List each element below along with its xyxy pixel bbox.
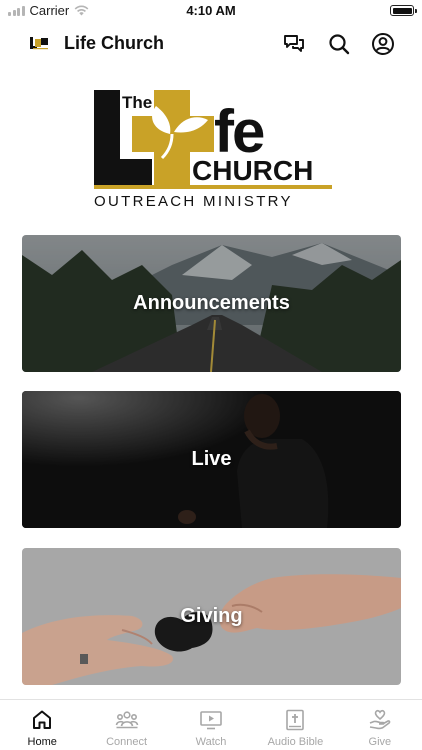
watch-icon — [200, 711, 222, 730]
logo-church-text: CHURCH — [192, 155, 313, 186]
church-logo: The fe CHURCH OUTREACH MINISTRY — [94, 90, 332, 210]
giving-label: Giving — [180, 605, 243, 627]
battery-icon — [390, 5, 417, 16]
live-card[interactable]: Live — [22, 391, 401, 528]
giving-card[interactable]: Giving — [22, 548, 401, 685]
app-header: Life Church — [0, 24, 422, 64]
status-bar: Carrier 4:10 AM — [0, 0, 422, 22]
connect-icon — [115, 711, 138, 729]
logo-the-text: The — [122, 93, 152, 112]
tab-connect[interactable]: Connect — [84, 700, 168, 750]
live-label: Live — [191, 448, 232, 470]
tab-give[interactable]: Give — [338, 700, 422, 750]
tab-audio-bible[interactable]: Audio Bible — [253, 700, 337, 750]
tab-bar: Home Connect Watch Audio Bible Give — [0, 699, 422, 750]
tab-give-label: Give — [368, 736, 392, 748]
announcements-card[interactable]: Announcements — [22, 235, 401, 372]
tab-connect-label: Connect — [106, 736, 148, 748]
bible-icon — [286, 709, 305, 731]
chat-icon[interactable] — [282, 32, 306, 56]
status-time: 4:10 AM — [186, 3, 236, 18]
logo-outreach-text: OUTREACH MINISTRY — [94, 193, 293, 210]
tab-watch-label: Watch — [195, 736, 227, 748]
search-icon[interactable] — [327, 32, 351, 56]
church-logo-small — [30, 37, 48, 50]
announcements-label: Announcements — [133, 292, 290, 314]
tab-home[interactable]: Home — [0, 700, 84, 750]
app-title: Life Church — [64, 33, 165, 53]
profile-icon[interactable] — [371, 32, 395, 56]
give-icon — [369, 709, 391, 730]
tab-home-label: Home — [27, 736, 57, 748]
tab-audio-bible-label: Audio Bible — [267, 736, 324, 748]
tab-watch[interactable]: Watch — [169, 700, 253, 750]
home-icon — [33, 710, 52, 729]
